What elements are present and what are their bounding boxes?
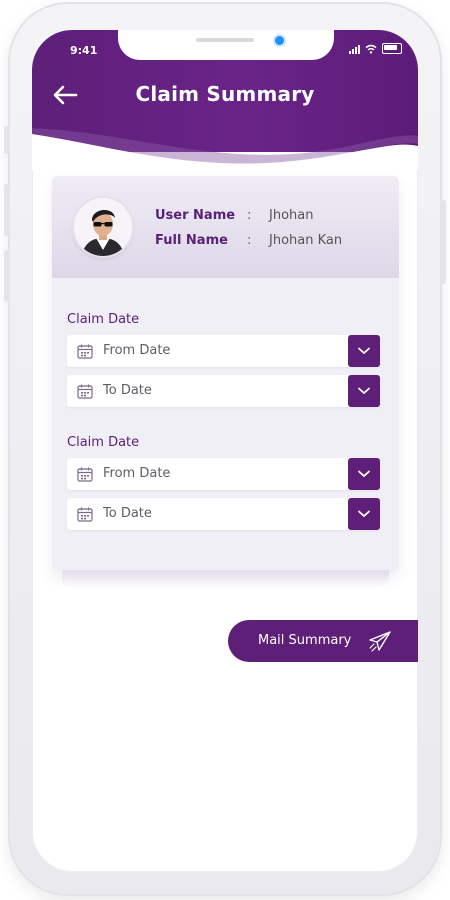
phone-notch: [118, 30, 334, 60]
status-time: 9:41: [70, 44, 98, 57]
battery-icon: [382, 43, 402, 54]
from-date-dropdown-button[interactable]: [348, 335, 380, 367]
from-date-field[interactable]: From Date: [67, 335, 380, 367]
from-date-dropdown-button[interactable]: [348, 458, 380, 490]
claim-date-label: Claim Date: [67, 435, 140, 450]
chevron-down-icon: [358, 387, 370, 394]
side-button: [4, 126, 9, 154]
calendar-icon: [77, 344, 93, 359]
from-date-placeholder: From Date: [103, 466, 171, 481]
status-icons: [349, 43, 402, 54]
volume-down-button: [4, 250, 9, 302]
power-button: [441, 200, 446, 284]
header-wave: [32, 128, 418, 170]
to-date-field[interactable]: To Date: [67, 375, 380, 407]
paper-plane-icon: [369, 631, 391, 652]
wifi-icon: [365, 44, 377, 54]
profile-panel: User Name : Jhohan Full Name : Jhohan Ka…: [52, 176, 399, 278]
calendar-icon: [77, 384, 93, 399]
user-name-row: User Name : Jhohan: [155, 208, 313, 223]
chevron-down-icon: [358, 510, 370, 517]
from-date-placeholder: From Date: [103, 343, 171, 358]
to-date-dropdown-button[interactable]: [348, 375, 380, 407]
speaker-grille: [196, 38, 254, 42]
from-date-field[interactable]: From Date: [67, 458, 380, 490]
mail-summary-label: Mail Summary: [258, 633, 352, 648]
full-name-separator: :: [247, 233, 252, 248]
card-bottom-shadow: [62, 570, 389, 588]
calendar-icon: [77, 467, 93, 482]
volume-up-button: [4, 184, 9, 236]
user-name-label: User Name: [155, 208, 236, 223]
to-date-placeholder: To Date: [103, 506, 152, 521]
signal-icon: [349, 44, 360, 54]
user-name-value: Jhohan: [269, 208, 314, 223]
full-name-row: Full Name : Jhohan Kan: [155, 233, 342, 248]
avatar-image: [74, 198, 132, 256]
full-name-label: Full Name: [155, 233, 228, 248]
app-screen: 9:41 Claim Summary User Name: Jhohan Fu…: [32, 30, 418, 872]
to-date-field[interactable]: To Date: [67, 498, 380, 530]
chevron-down-icon: [358, 347, 370, 354]
avatar: [74, 198, 132, 256]
claim-card: User Name : Jhohan Full Name : Jhohan Ka…: [52, 176, 399, 570]
calendar-icon: [77, 507, 93, 522]
page-title: Claim Summary: [135, 82, 315, 106]
chevron-down-icon: [358, 470, 370, 477]
app-header: 9:41 Claim Summary: [32, 30, 418, 170]
front-camera: [275, 36, 284, 45]
user-name-separator: :: [247, 208, 252, 223]
claim-date-label: Claim Date: [67, 312, 140, 327]
to-date-dropdown-button[interactable]: [348, 498, 380, 530]
full-name-value: Jhohan Kan: [269, 233, 343, 248]
mail-summary-button[interactable]: Mail Summary: [228, 620, 418, 662]
to-date-placeholder: To Date: [103, 383, 152, 398]
